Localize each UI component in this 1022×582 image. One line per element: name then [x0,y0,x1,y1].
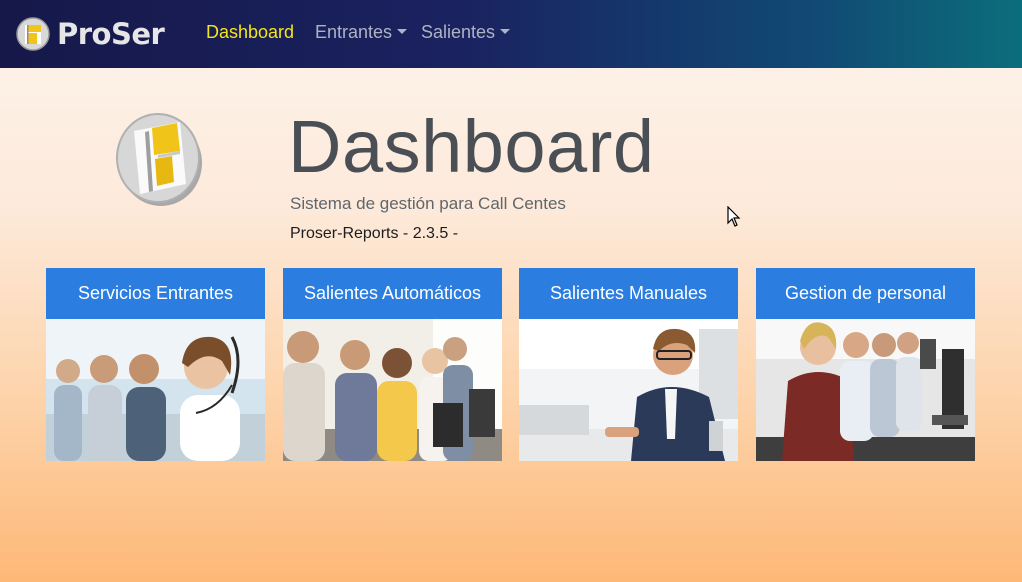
call-center-photo [46,319,265,461]
brand[interactable]: ProSer [16,14,165,54]
card-title: Salientes Manuales [519,268,738,319]
nav-dashboard[interactable]: Dashboard [206,22,294,43]
version-label: Proser-Reports - 2.3.5 - [290,225,459,242]
page-subtitle: Sistema de gestión para Call Centes [290,194,566,213]
card-servicios-entrantes[interactable]: Servicios Entrantes [46,268,265,461]
proser-logo [116,113,202,206]
nav-salientes-dropdown[interactable]: Salientes [421,22,511,43]
mouse-pointer-icon [727,206,741,227]
proser-logo-icon [16,17,50,51]
nav-entrantes-label: Entrantes [315,22,393,42]
caret-down-icon [397,29,408,34]
nav-entrantes-dropdown[interactable]: Entrantes [315,22,408,43]
card-salientes-automaticos[interactable]: Salientes Automáticos [283,268,502,461]
card-title: Salientes Automáticos [283,268,502,319]
card-title: Gestion de personal [756,268,975,319]
nav-salientes-label: Salientes [421,22,496,42]
page-title: Dashboard [288,105,655,188]
card-gestion-de-personal[interactable]: Gestion de personal [756,268,975,461]
card-salientes-manuales[interactable]: Salientes Manuales [519,268,738,461]
call-center-photo [519,319,738,461]
top-navbar: ProSer Dashboard Entrantes Salientes [0,0,1022,68]
call-center-photo [756,319,975,461]
call-center-photo [283,319,502,461]
card-title: Servicios Entrantes [46,268,265,319]
brand-name: ProSer [57,17,165,51]
caret-down-icon [500,29,511,34]
